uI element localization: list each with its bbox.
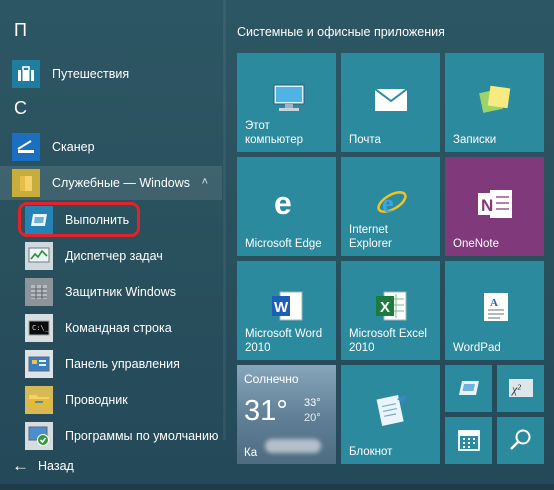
app-item-label: Программы по умолчанию [65, 429, 219, 443]
tile-onenote[interactable]: N OneNote [445, 157, 544, 256]
tile-label: Этот компьютер [245, 120, 303, 146]
app-item-default-programs[interactable]: Программы по умолчанию [0, 419, 222, 453]
app-item-scanner[interactable]: Сканер [0, 130, 222, 164]
tile-label: Блокнот [349, 446, 393, 458]
tile-label: Записки [453, 134, 497, 146]
suitcase-icon [12, 60, 40, 88]
wordpad-icon: A [482, 291, 510, 328]
back-button[interactable]: ← Назад [0, 450, 228, 482]
highlight-ring [18, 202, 140, 237]
weather-high: 33° [304, 397, 321, 409]
app-item-windows-defender[interactable]: Защитник Windows [0, 275, 222, 309]
scanner-icon [12, 133, 40, 161]
onenote-icon: N [476, 187, 514, 226]
sticky-notes-icon [479, 85, 513, 120]
tile-this-pc[interactable]: Этот компьютер [237, 53, 336, 152]
internet-explorer-icon: e [375, 185, 409, 224]
app-item-label: Диспетчер задач [65, 249, 163, 263]
svg-text:χ²: χ² [511, 382, 521, 396]
svg-text:C:\_: C:\_ [32, 324, 50, 332]
default-programs-icon [25, 422, 53, 450]
weather-temperature: 31° [244, 395, 288, 427]
tile-microsoft-excel-2010[interactable]: X Microsoft Excel 2010 [341, 261, 440, 360]
app-item-label: Командная строка [65, 321, 172, 335]
app-item-travel[interactable]: Путешествия [0, 57, 222, 91]
tile-run[interactable] [445, 365, 492, 412]
back-arrow-icon: ← [12, 456, 29, 475]
tile-group-title[interactable]: Системные и офисные приложения [237, 25, 445, 39]
notepad-icon [373, 393, 409, 432]
tile-microsoft-word-2010[interactable]: W Microsoft Word 2010 [237, 261, 336, 360]
tile-notepad[interactable]: Блокнот [341, 365, 440, 464]
word-icon: W [270, 290, 304, 327]
app-item-task-manager[interactable]: Диспетчер задач [0, 239, 222, 273]
app-item-control-panel[interactable]: Панель управления [0, 347, 222, 381]
tile-search[interactable] [497, 417, 544, 464]
tile-label: Microsoft Edge [245, 238, 322, 250]
file-explorer-icon [25, 386, 53, 414]
windows-defender-icon [25, 278, 53, 306]
command-prompt-icon: C:\_ [25, 314, 53, 342]
tile-weather[interactable]: Солнечно 31° 33° 20° Ка [237, 365, 336, 464]
chevron-up-icon[interactable]: ˄ [202, 176, 208, 188]
tile-calendar[interactable] [445, 417, 492, 464]
tile-mail[interactable]: Почта [341, 53, 440, 152]
app-item-label: Путешествия [52, 67, 130, 81]
svg-text:e: e [274, 187, 292, 219]
back-label: Назад [38, 459, 74, 473]
tile-label: Microsoft Excel 2010 [349, 328, 427, 354]
tile-internet-explorer[interactable]: e Internet Explorer [341, 157, 440, 256]
tile-math-input[interactable]: χ² [497, 365, 544, 412]
tile-label: OneNote [453, 238, 500, 250]
search-icon [509, 428, 533, 457]
svg-text:A: A [490, 297, 498, 309]
calendar-icon [457, 428, 481, 457]
math-input-icon: χ² [508, 377, 534, 404]
app-item-label: Сканер [52, 140, 95, 154]
control-panel-icon [25, 350, 53, 378]
task-manager-icon [25, 242, 53, 270]
tile-wordpad[interactable]: A WordPad [445, 261, 544, 360]
tile-label: WordPad [453, 342, 501, 354]
app-folder-label: Служебные — Windows [52, 176, 191, 190]
svg-text:X: X [380, 299, 390, 316]
app-list: П Путешествия С Сканер Служебные — Windo… [0, 0, 228, 490]
weather-low: 20° [304, 412, 321, 424]
tile-label: Почта [349, 134, 381, 146]
excel-icon: X [374, 290, 408, 327]
start-menu: П Путешествия С Сканер Служебные — Windo… [0, 0, 554, 490]
svg-text:e: e [382, 189, 394, 218]
tile-label: Microsoft Word 2010 [245, 328, 323, 354]
taskbar-edge [0, 484, 554, 490]
edge-icon: e [271, 185, 303, 224]
computer-icon [271, 83, 307, 118]
letter-header-p[interactable]: П [14, 20, 27, 41]
app-item-command-prompt[interactable]: C:\_ Командная строка [0, 311, 222, 345]
app-item-file-explorer[interactable]: Проводник [0, 383, 222, 417]
letter-header-s[interactable]: С [14, 98, 27, 119]
folder-icon [12, 169, 40, 197]
tile-sticky-notes[interactable]: Записки [445, 53, 544, 152]
app-folder-windows-accessories[interactable]: Служебные — Windows ˄ [0, 166, 222, 200]
tile-microsoft-edge[interactable]: e Microsoft Edge [237, 157, 336, 256]
mail-icon [374, 88, 408, 117]
weather-condition: Солнечно [244, 372, 299, 386]
svg-text:W: W [274, 299, 289, 316]
run-icon [457, 379, 481, 402]
app-item-label: Панель управления [65, 357, 180, 371]
app-item-label: Проводник [65, 393, 128, 407]
svg-text:N: N [481, 196, 493, 215]
tile-label: Internet Explorer [349, 224, 392, 250]
scrollbar[interactable] [223, 0, 226, 440]
app-item-label: Защитник Windows [65, 285, 177, 299]
weather-city: Ка [244, 447, 258, 459]
cloud-graphic [265, 439, 321, 453]
